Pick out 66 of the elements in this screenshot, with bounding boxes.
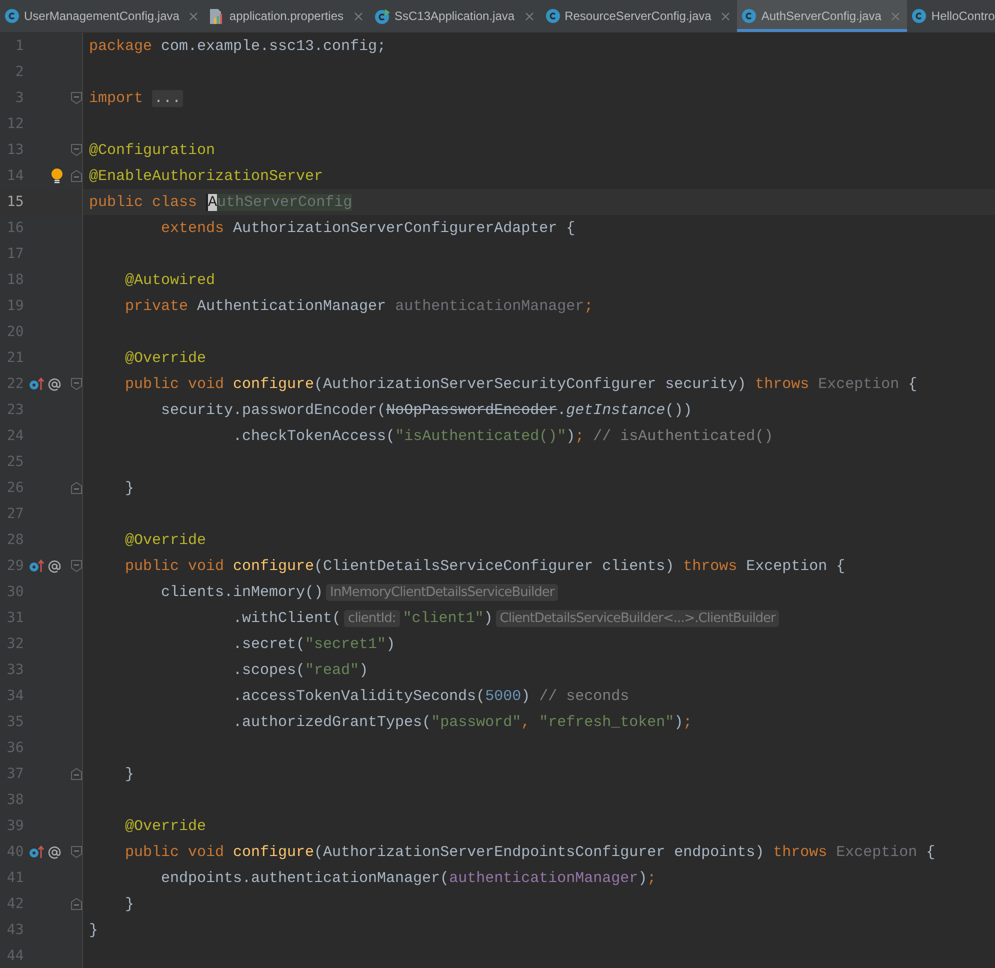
code-text: security.passwordEncoder(NoOpPasswordEncoder.getInstance()) (160, 402, 692, 418)
code-text: @Override (124, 818, 206, 834)
code-text: .secret("secret1") (232, 636, 396, 652)
code-text: .authorizedGrantTypes("password", "refresh_token"); (232, 714, 692, 730)
runnable-class-icon (374, 8, 390, 24)
implements-method-icon[interactable] (28, 845, 45, 859)
code-text: } (124, 766, 134, 782)
class-icon (5, 9, 19, 23)
fold-icon[interactable] (70, 378, 82, 390)
code-text: package com.example.ssc13.config; (89, 38, 386, 54)
code-text: "client1") (402, 610, 493, 626)
code-text: .checkTokenAccess("isAuthenticated()"); // isAuthenticated() (232, 428, 774, 444)
class-icon (546, 9, 560, 23)
class-icon (912, 9, 926, 23)
editor-tab[interactable]: AuthServerConfig.java (737, 0, 908, 32)
at-sign-icon[interactable] (48, 846, 61, 858)
code-text: clients.inMemory() (160, 584, 324, 600)
fold-icon[interactable] (70, 560, 82, 572)
code-text: .withClient( (232, 610, 342, 626)
code-text: @Override (124, 532, 206, 548)
at-sign-icon[interactable] (48, 560, 61, 572)
code-text: @Configuration (89, 142, 216, 158)
editor-tab[interactable]: UserManagementConfig.java (0, 0, 206, 32)
editor-tab[interactable]: ResourceServerConfig.java (540, 0, 738, 32)
code-text: .scopes("read") (232, 662, 368, 678)
editor-tab[interactable]: SsC13Application.java (370, 0, 541, 32)
code-text: } (124, 480, 134, 496)
implements-method-icon[interactable] (28, 559, 45, 573)
line-number: 15 (6, 194, 24, 210)
fold-icon[interactable] (70, 92, 82, 104)
code-text: import (89, 90, 144, 106)
inlay-hint: InMemoryClientDetailsServiceBuilder (326, 584, 558, 600)
close-icon[interactable] (189, 12, 198, 20)
code-text: private AuthenticationManager authenticationManager; (124, 298, 594, 314)
fold-icon[interactable] (70, 846, 82, 858)
inlay-hint: ClientDetailsServiceBuilder<...>.ClientBuilder (496, 610, 780, 626)
editor-tab[interactable]: application.properties (205, 0, 370, 32)
implements-method-icon[interactable] (28, 377, 45, 391)
code-text: } (89, 922, 98, 938)
class-icon (742, 9, 756, 23)
fold-end-icon[interactable] (70, 768, 82, 780)
code-text: extends AuthorizationServerConfigurerAdapter { (160, 220, 576, 236)
code-text: @Override (124, 350, 206, 366)
lightbulb-icon[interactable] (50, 167, 63, 185)
at-sign-icon[interactable] (48, 378, 61, 390)
code-text: endpoints.authenticationManager(authenticationManager); (160, 870, 656, 886)
code-text: .accessTokenValiditySeconds(5000) // seconds (232, 688, 630, 704)
properties-file-icon (210, 8, 224, 24)
close-icon[interactable] (891, 12, 900, 20)
code-text: public void configure(AuthorizationServerSecurityConfigurer security) throws Exception { (124, 376, 918, 392)
close-icon[interactable] (721, 12, 730, 20)
folded-code-button[interactable]: ... (152, 90, 184, 106)
code-text: public void configure(ClientDetailsServiceConfigurer clients) throws Exception { (124, 558, 846, 574)
code-text: } (124, 896, 134, 912)
close-icon[interactable] (354, 12, 362, 20)
fold-icon[interactable] (70, 144, 82, 156)
code-text: public void configure(AuthorizationServerEndpointsConfigurer endpoints) throws Exception { (124, 844, 936, 860)
code-text: @Autowired (124, 272, 216, 288)
fold-end-icon[interactable] (70, 898, 82, 910)
fold-end-icon[interactable] (70, 482, 82, 494)
fold-end-icon[interactable] (70, 170, 82, 182)
inlay-hint: clientId: (344, 610, 400, 626)
code-text: @EnableAuthorizationServer (89, 168, 324, 184)
close-icon[interactable] (524, 12, 534, 20)
editor-tab[interactable]: HelloContro (907, 0, 995, 32)
code-text: public class AuthServerConfig (89, 194, 352, 210)
